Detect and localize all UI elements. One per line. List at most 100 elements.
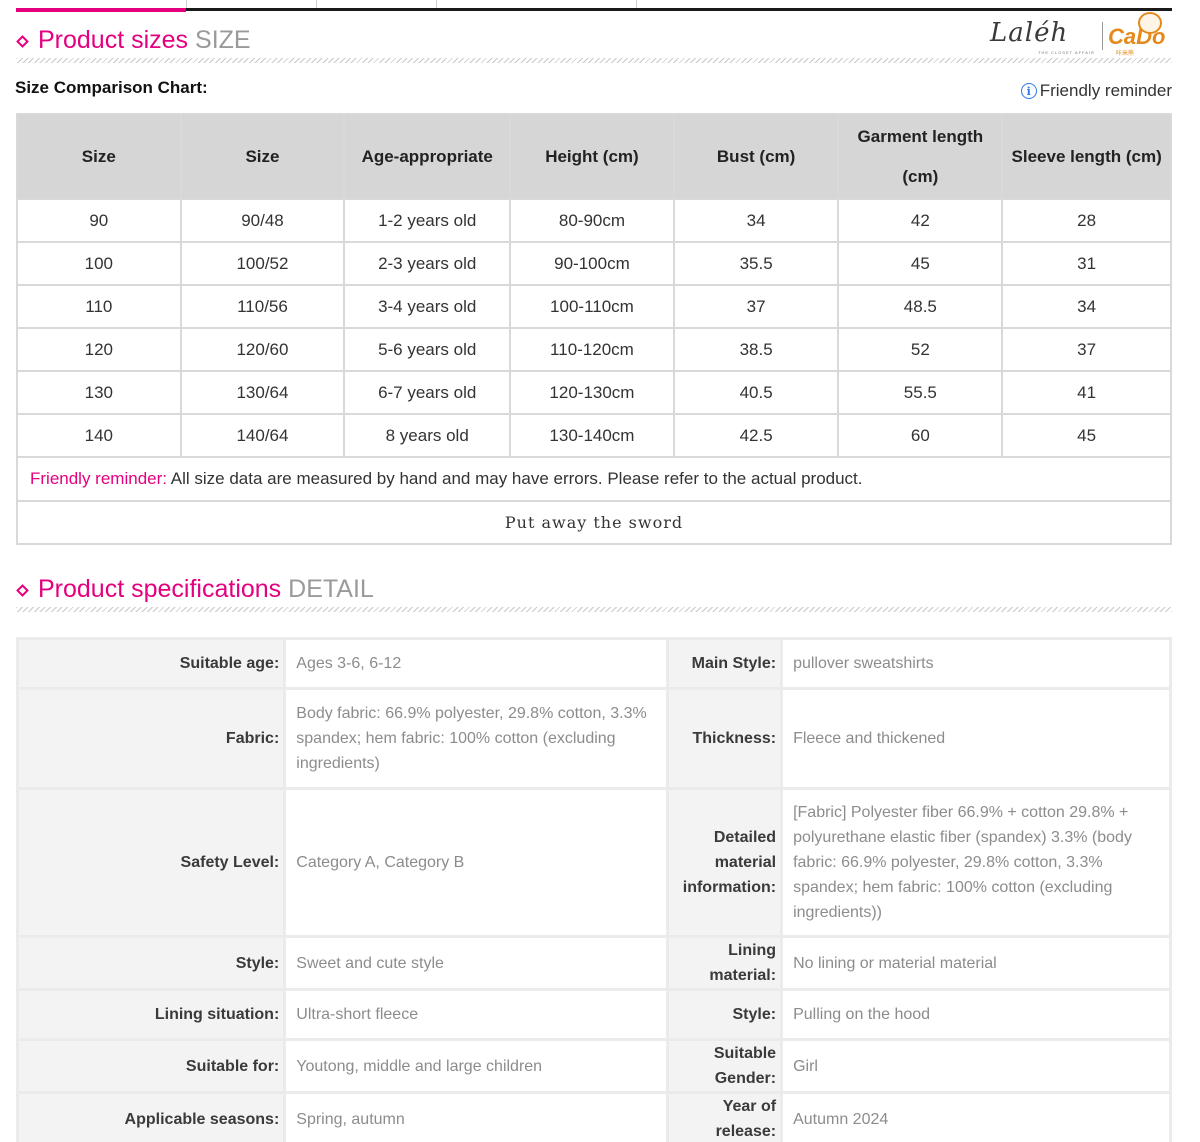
table-cell: 42.5 (672, 413, 840, 458)
spec-key: Detailed material information: (666, 787, 784, 938)
section-rule (16, 607, 1172, 612)
size-comparison-table: Size Size Age-appropriate Height (cm) Bu… (16, 113, 1172, 545)
friendly-reminder-text: Friendly reminder (1039, 81, 1172, 100)
spec-value: Spring, autumn (283, 1091, 670, 1142)
table-cell: 90/48 (179, 198, 346, 243)
table-row: 130 130/64 6-7 years old 120-130cm 40.5 … (16, 370, 1172, 415)
header-cell: Height (cm) (509, 113, 675, 200)
table-cell: 52 (837, 327, 1004, 372)
table-cell: 130-140cm (509, 413, 675, 458)
spec-row: Suitable age: Ages 3-6, 6-12 Main Style:… (15, 637, 1172, 690)
spec-value: Body fabric: 66.9% polyester, 29.8% cott… (283, 687, 670, 790)
table-cell: 55.5 (837, 370, 1004, 415)
logo-brand-sub: 咔米熊 (1116, 51, 1135, 57)
header-cell: Sleeve length (cm) (1001, 113, 1172, 200)
note-row: Friendly reminder: All size data are mea… (16, 456, 1172, 502)
table-cell: 2-3 years old (343, 241, 512, 286)
table-cell: 90-100cm (509, 241, 675, 286)
table-cell: 8 years old (343, 413, 512, 458)
brand-logo: Laléh THE CLOSET AFFAIR CaDo 咔米熊 (990, 6, 1180, 57)
table-cell: 42 (837, 198, 1004, 243)
tab-separator (316, 0, 317, 8)
spec-key: Suitable for: (15, 1038, 287, 1094)
size-title-en: SIZE (195, 26, 251, 54)
spec-value: [Fabric] Polyester fiber 66.9% + cotton … (780, 787, 1172, 938)
spec-row: Applicable seasons: Spring, autumn Year … (15, 1091, 1172, 1142)
header-cell: Garment length (cm) (837, 113, 1004, 200)
section-rule (16, 58, 1172, 63)
spec-row: Safety Level: Category A, Category B Det… (15, 787, 1172, 938)
table-cell: 120-130cm (509, 370, 675, 415)
header-cell: Bust (cm) (672, 113, 840, 200)
note-label: Friendly reminder: (30, 469, 167, 488)
diamond-bullet-icon (16, 35, 29, 48)
spec-key: Year of release: (666, 1091, 784, 1142)
logo-tagline: THE CLOSET AFFAIR (1038, 50, 1095, 55)
table-row: 110 110/56 3-4 years old 100-110cm 37 48… (16, 284, 1172, 329)
table-cell: 100 (16, 241, 182, 286)
table-cell: 37 (672, 284, 840, 329)
diamond-bullet-icon (16, 584, 29, 597)
size-section-title: Product sizes SIZE (38, 26, 251, 55)
table-row: 140 140/64 8 years old 130-140cm 42.5 60… (16, 413, 1172, 458)
spec-value: Pulling on the hood (780, 988, 1172, 1041)
table-cell: 38.5 (672, 327, 840, 372)
spec-value: No lining or material material (780, 935, 1172, 991)
spec-value: Fleece and thickened (780, 687, 1172, 790)
spec-row: Style: Sweet and cute style Lining mater… (15, 935, 1172, 991)
size-title-main: Product sizes (38, 26, 189, 54)
tab-separator (636, 0, 637, 8)
table-cell: 140 (16, 413, 182, 458)
spec-key: Suitable age: (15, 637, 287, 690)
spec-key: Style: (15, 935, 287, 991)
table-cell: 90 (16, 198, 182, 243)
spec-key: Safety Level: (15, 787, 287, 938)
spec-row: Lining situation: Ultra-short fleece Sty… (15, 988, 1172, 1041)
spec-value: Category A, Category B (283, 787, 670, 938)
spec-title-main: Product specifications (38, 575, 282, 603)
table-row: 100 100/52 2-3 years old 90-100cm 35.5 4… (16, 241, 1172, 286)
table-cell: 100/52 (179, 241, 346, 286)
spec-key: Applicable seasons: (15, 1091, 287, 1142)
spec-row: Suitable for: Youtong, middle and large … (15, 1038, 1172, 1094)
table-cell: 3-4 years old (343, 284, 512, 329)
table-cell: 5-6 years old (343, 327, 512, 372)
header-cell: Size (16, 113, 182, 200)
table-cell: 35.5 (672, 241, 840, 286)
footer-row: Put away the sword (16, 500, 1172, 545)
specification-table: Suitable age: Ages 3-6, 6-12 Main Style:… (15, 637, 1172, 1142)
table-cell: 80-90cm (509, 198, 675, 243)
spec-key: Thickness: (666, 687, 784, 790)
table-cell: 110 (16, 284, 182, 329)
table-cell: 45 (1001, 413, 1172, 458)
spec-key: Suitable Gender: (666, 1038, 784, 1094)
table-header-row: Size Size Age-appropriate Height (cm) Bu… (16, 113, 1172, 200)
tab-separator (436, 0, 437, 8)
header-cell: Size (179, 113, 346, 200)
spec-section-header: Product specifications DETAIL (16, 575, 1172, 612)
info-icon: i (1020, 83, 1037, 99)
size-chart-label: Size Comparison Chart: (15, 78, 208, 97)
table-cell: 34 (672, 198, 840, 243)
spec-key: Main Style: (666, 637, 784, 690)
tab-separator (186, 0, 187, 8)
table-cell: 31 (1001, 241, 1172, 286)
table-cell: 60 (837, 413, 1004, 458)
table-cell: 140/64 (179, 413, 346, 458)
table-cell: 45 (837, 241, 1004, 286)
spec-key: Lining material: (666, 935, 784, 991)
spec-title-en: DETAIL (288, 575, 374, 603)
table-cell: 6-7 years old (343, 370, 512, 415)
table-cell: 41 (1001, 370, 1172, 415)
bear-mascot-icon (1138, 12, 1162, 34)
spec-key: Lining situation: (15, 988, 287, 1041)
table-cell: 120 (16, 327, 182, 372)
logo-divider (1102, 22, 1103, 50)
spec-value: Autumn 2024 (780, 1091, 1172, 1142)
spec-section-title: Product specifications DETAIL (38, 575, 374, 604)
table-cell: 28 (1001, 198, 1172, 243)
table-cell: 130/64 (179, 370, 346, 415)
friendly-reminder-link[interactable]: i Friendly reminder (1020, 81, 1172, 101)
spec-value: Girl (780, 1038, 1172, 1094)
spec-value: Ultra-short fleece (283, 988, 670, 1041)
